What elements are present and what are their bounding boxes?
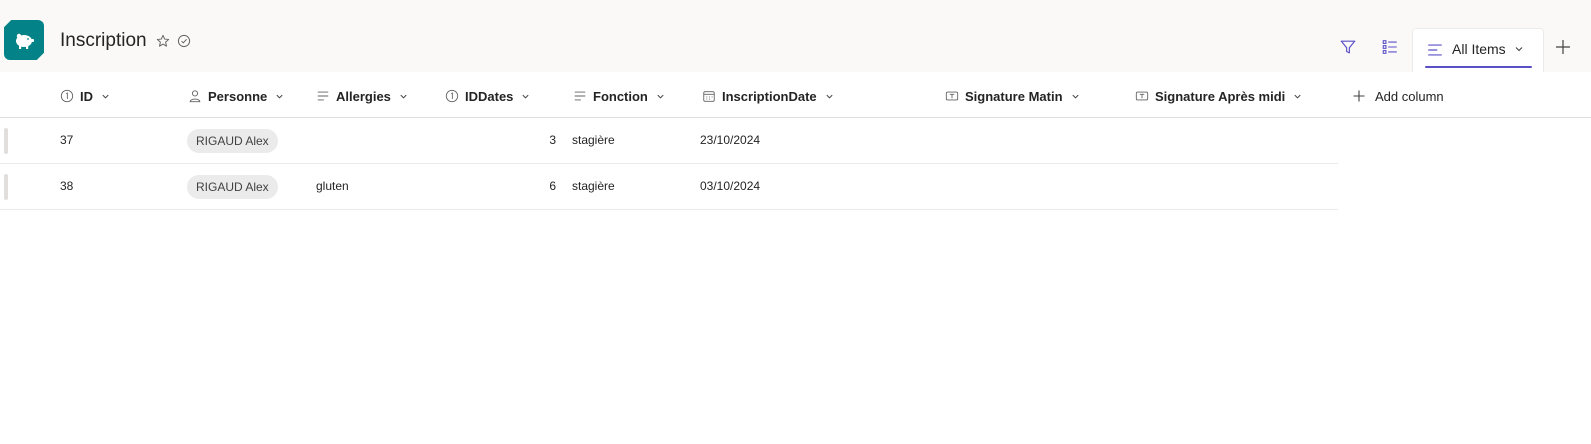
column-header-signature-matin[interactable]: Signature Matin [945,88,1080,104]
chevron-down-icon [276,94,283,99]
column-header-allergies[interactable]: Allergies [316,88,408,104]
view-lines-icon [1428,44,1442,56]
add-view-icon[interactable] [1555,39,1571,55]
list-view-icon[interactable] [1381,38,1399,56]
filter-icon[interactable] [1339,38,1357,56]
column-header-iddates[interactable]: IDDates [445,88,530,104]
cell-allergies: gluten [316,179,349,193]
cell-id: 38 [60,179,74,193]
column-label: InscriptionDate [722,88,817,104]
table-row[interactable]: 37 RIGAUD Alex 3 stagière 23/10/2024 [0,118,1338,164]
cell-iddates: 6 [549,179,556,193]
person-icon [189,90,201,103]
column-label: ID [80,88,93,104]
cell-iddates: 3 [549,133,556,147]
number-icon [60,89,74,103]
table-row[interactable]: 38 RIGAUD Alex gluten 6 stagière 03/10/2… [0,164,1338,210]
text-lines-icon [317,91,329,101]
column-header-inscriptiondate[interactable]: InscriptionDate [702,88,834,104]
chevron-down-icon [400,94,407,99]
column-label: IDDates [465,88,514,104]
plus-icon [1353,90,1365,102]
column-header-fonction[interactable]: Fonction [573,88,665,104]
chevron-down-icon [1071,94,1079,99]
column-label: Signature Matin [965,88,1063,104]
view-label: All Items [1452,41,1506,57]
chevron-down-icon [102,94,109,99]
column-label: Fonction [593,88,648,104]
list-header: Inscription All Items [0,0,1591,72]
chevron-down-icon [522,94,529,99]
view-selector-all-items[interactable]: All Items [1412,28,1544,72]
cell-id: 37 [60,133,74,147]
add-column-label: Add column [1375,88,1444,104]
number-icon [445,89,459,103]
row-selector[interactable] [4,174,8,200]
chevron-down-icon [657,94,664,99]
textbox-icon [1135,91,1149,101]
chevron-down-icon [1294,94,1301,99]
chevron-down-icon [1515,47,1523,52]
piggy-bank-icon [16,33,34,49]
text-lines-icon [574,91,586,101]
person-pill[interactable]: RIGAUD Alex [187,175,278,199]
column-label: Personne [208,88,268,104]
column-header-personne[interactable]: Personne [188,88,284,104]
status-check-icon[interactable] [177,34,191,48]
add-column-button[interactable]: Add column [1353,88,1444,104]
chevron-down-icon [826,94,833,99]
active-view-indicator [1425,66,1532,68]
favorite-star-icon[interactable] [156,34,170,48]
calendar-icon [703,91,715,102]
column-label: Signature Après midi [1155,88,1286,104]
column-header-id[interactable]: ID [60,88,110,104]
cell-fonction: stagière [572,179,615,193]
column-label: Allergies [336,88,391,104]
cell-inscription-date: 03/10/2024 [700,179,761,193]
textbox-icon [945,91,959,101]
cell-inscription-date: 23/10/2024 [700,133,761,147]
page-title: Inscription [60,30,147,51]
person-pill[interactable]: RIGAUD Alex [187,129,278,153]
cell-fonction: stagière [572,133,615,147]
list-logo [4,20,44,60]
column-header-signature-apres-midi[interactable]: Signature Après midi [1135,88,1302,104]
row-selector[interactable] [4,128,8,154]
